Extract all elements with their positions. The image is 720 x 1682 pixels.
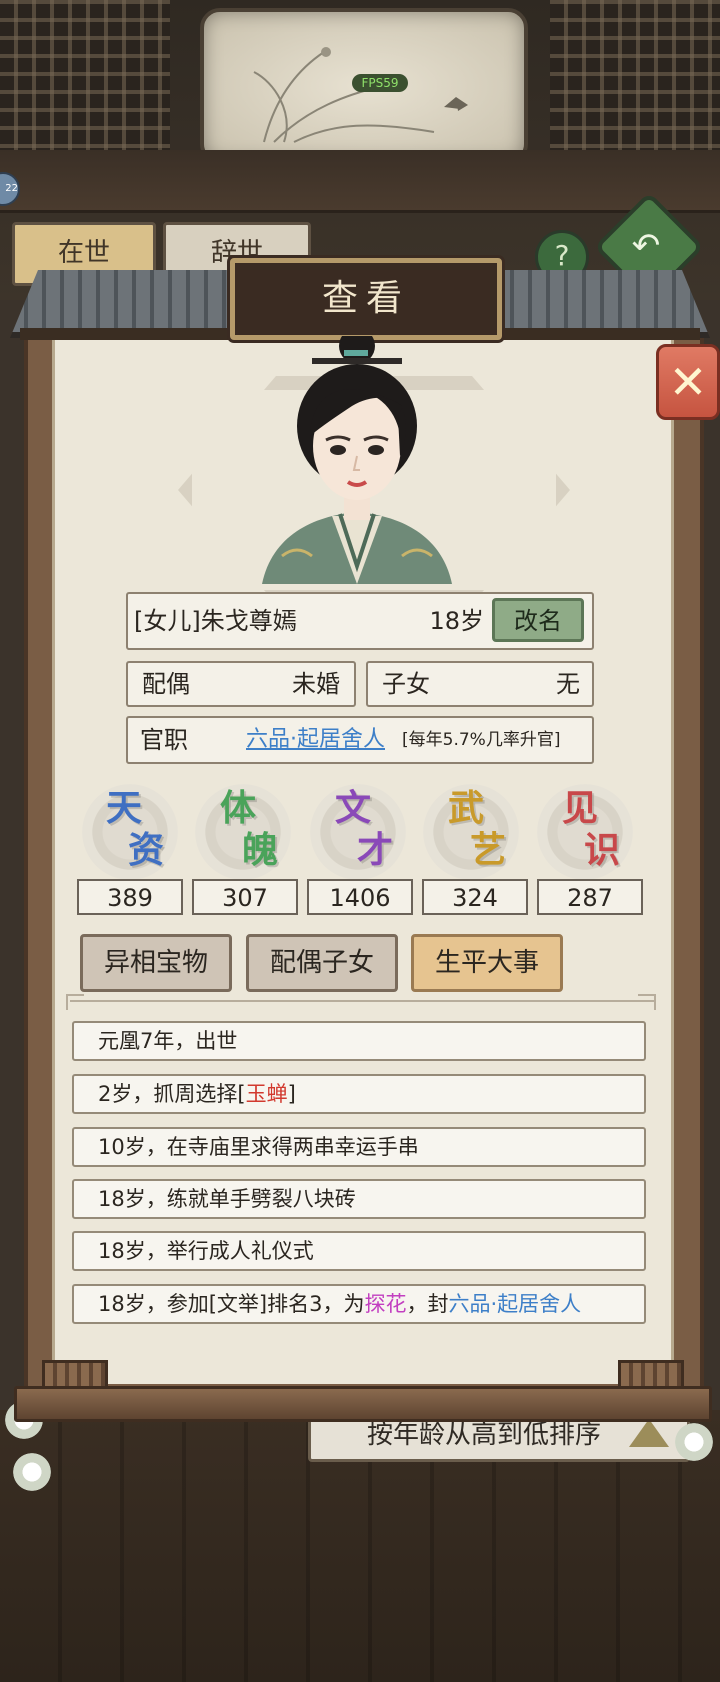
dropdown-arrow-icon: [629, 1419, 669, 1447]
children-label: 子女: [382, 670, 430, 698]
event-rank-tanhua: 探花: [364, 1292, 407, 1316]
fps-counter: FPS59: [352, 74, 408, 92]
close-button[interactable]: ✕: [656, 344, 720, 420]
event-office: 六品·起居舍人: [448, 1292, 582, 1316]
stat-title-char: 识: [583, 829, 620, 871]
wooden-arch: [0, 150, 720, 213]
character-name: [女儿]朱戈尊嫣: [134, 607, 297, 635]
stat-title-char: 体: [219, 787, 256, 829]
bracket-close: ]: [287, 1082, 296, 1106]
event-text: 18岁，举行成人礼仪式: [98, 1239, 314, 1263]
stat-title-char: 魄: [241, 829, 278, 871]
stat-title-char: 艺: [469, 829, 506, 871]
corner-ornament: [638, 994, 656, 1010]
stat-title-char: 文: [334, 787, 371, 829]
character-age: 18岁: [429, 607, 484, 635]
event-row: 2岁，抓周选择[玉蝉]: [72, 1074, 646, 1114]
event-row: 元凰7年，出世: [72, 1021, 646, 1061]
tab-treasures[interactable]: 异相宝物: [80, 934, 232, 992]
dialog-frame-base: [14, 1386, 712, 1422]
event-text: 18岁，参加[文举]排名3，为: [98, 1292, 365, 1316]
back-arrow-icon: ↶: [631, 226, 661, 266]
close-icon: ✕: [668, 355, 708, 409]
sort-label: 按年龄从高到低排序: [367, 1420, 602, 1450]
character-portrait: [262, 336, 452, 584]
rename-button[interactable]: 改名: [492, 598, 584, 642]
stat-title-char: 武: [447, 787, 484, 829]
children-value: 无: [556, 670, 580, 698]
flower-decoration-icon: [672, 1420, 716, 1464]
spouse-value: 未婚: [292, 670, 340, 698]
event-row: 18岁，参加[文举]排名3，为探花，封六品·起居舍人: [72, 1284, 646, 1324]
tab-life-events[interactable]: 生平大事: [411, 934, 563, 992]
stat-title-char: 见: [561, 787, 598, 829]
dialog-title: 查看: [321, 278, 410, 319]
event-row: 10岁，在寺庙里求得两串幸运手串: [72, 1127, 646, 1167]
event-text: 2岁，抓周选择: [98, 1082, 238, 1106]
stat-value-martial: 324: [422, 879, 528, 915]
stat-value-aptitude: 389: [77, 879, 183, 915]
corner-ornament: [66, 994, 84, 1010]
stat-title-char: 天: [105, 787, 142, 829]
event-item-jade-cicada: 玉蝉: [245, 1082, 288, 1106]
stat-title-char: 资: [127, 829, 164, 871]
event-row: 18岁，练就单手劈裂八块砖: [72, 1179, 646, 1219]
event-text: 18岁，练就单手劈裂八块砖: [98, 1187, 356, 1211]
section-divider: [70, 1000, 654, 1002]
event-text: 10岁，在寺庙里求得两串幸运手串: [98, 1135, 419, 1159]
event-row: 18岁，举行成人礼仪式: [72, 1231, 646, 1271]
bracket-open: [: [237, 1082, 246, 1106]
stat-value-physique: 307: [192, 879, 298, 915]
stat-title-char: 才: [356, 829, 393, 871]
promotion-chance: [每年5.7%几率升官]: [402, 730, 561, 750]
stat-value-knowledge: 287: [537, 879, 643, 915]
office-link[interactable]: 六品·起居舍人: [246, 716, 385, 764]
office-label: 官职: [140, 726, 188, 754]
flower-decoration-icon: [10, 1450, 54, 1494]
tab-spouse-children[interactable]: 配偶子女: [246, 934, 398, 992]
stat-value-literary: 1406: [307, 879, 413, 915]
spouse-label: 配偶: [142, 670, 190, 698]
event-text: 元凰7年，出世: [98, 1029, 238, 1053]
event-text: ，封: [406, 1292, 449, 1316]
